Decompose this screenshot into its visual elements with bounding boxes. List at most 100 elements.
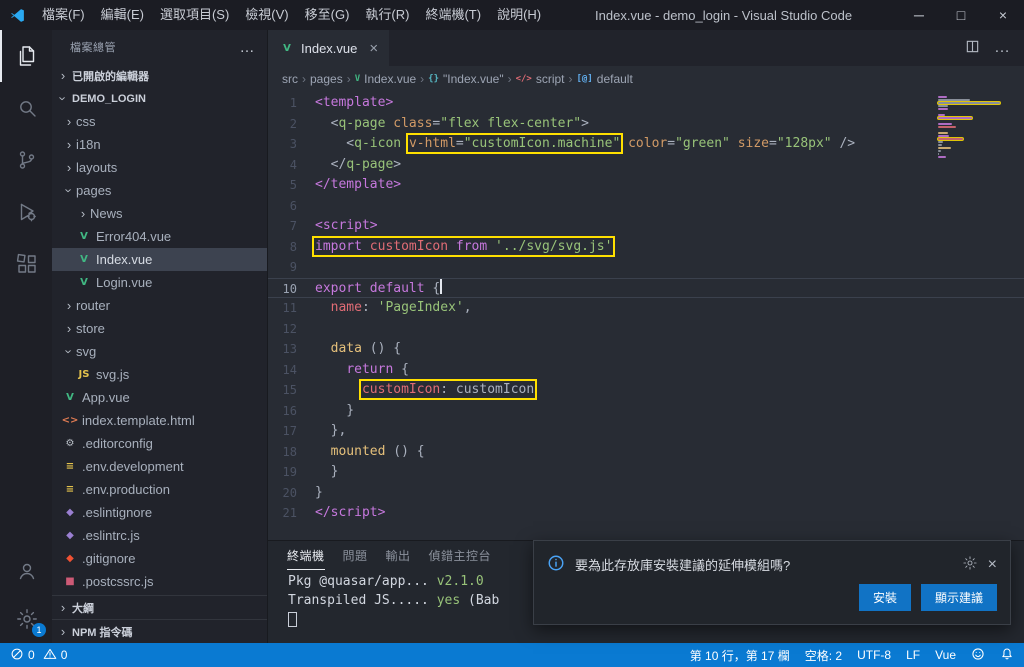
tree-item-login-vue[interactable]: V Login.vue [52,271,267,294]
code-line-12[interactable]: 12 [268,319,1024,340]
editor-more-icon[interactable]: … [994,39,1010,57]
status-problems-warnings[interactable]: 0 [43,647,67,664]
code-line-9[interactable]: 9 [268,257,1024,278]
menu-help[interactable]: 說明(H) [489,0,549,30]
breadcrumb-index-vue[interactable]: V Index.vue [355,72,416,86]
line-number: 9 [289,260,297,274]
explorer-icon[interactable] [0,30,52,82]
chevron-right-icon: › [66,298,72,313]
code-line-10[interactable]: 10 export default { [268,277,1024,298]
tree-item-env-production[interactable]: ≡ .env.production [52,478,267,501]
menu-selection[interactable]: 選取項目(S) [152,0,237,30]
code-line-20[interactable]: 20} [268,483,1024,504]
code-line-19[interactable]: 19 } [268,462,1024,483]
status-bar-left: 00 [10,647,67,664]
close-button[interactable]: × [982,0,1024,30]
npm-scripts-section[interactable]: › NPM 指令碼 [52,619,267,643]
maximize-button[interactable]: □ [940,0,982,30]
code-line-1[interactable]: 1 <template> [268,93,1024,114]
tree-item-news[interactable]: › News [52,202,267,225]
status-feedback[interactable] [971,647,985,664]
status-notifications[interactable] [1000,647,1014,664]
menu-go[interactable]: 移至(G) [297,0,358,30]
code-line-5[interactable]: 5 </template> [268,175,1024,196]
code-line-2[interactable]: 2 <q-page class="flex flex-center"> [268,114,1024,135]
breadcrumb-pages[interactable]: pages [310,72,343,86]
tree-item-error404-vue[interactable]: V Error404.vue [52,225,267,248]
code-line-15[interactable]: 15 customIcon: customIcon [268,379,1024,401]
close-tab-icon[interactable]: × [369,40,378,57]
tree-item-store[interactable]: › store [52,317,267,340]
tree-item-eslintrc-js[interactable]: ◆ .eslintrc.js [52,524,267,547]
panel-tab-terminal[interactable]: 終端機 [287,541,325,570]
eslint-file-icon: ◆ [66,530,74,541]
tree-item-i18n[interactable]: › i18n [52,133,267,156]
file-label: .eslintignore [82,505,153,520]
tree-item-layouts[interactable]: › layouts [52,156,267,179]
code-editor[interactable]: 1 <template> 2 <q-page class="flex flex-ce… [268,92,1024,540]
status-language-mode[interactable]: Vue [935,648,956,662]
code-line-18[interactable]: 18 mounted () { [268,442,1024,463]
code-line-14[interactable]: 14 return { [268,360,1024,381]
root-folder-section[interactable]: › DEMO_LOGIN [52,87,267,110]
breadcrumb-index-vue-root[interactable]: {} "Index.vue" [428,72,503,86]
code-line-13[interactable]: 13 data () { [268,339,1024,360]
tree-item-env-development[interactable]: ≡ .env.development [52,455,267,478]
tab-index-vue[interactable]: V Index.vue × [268,30,390,66]
tree-item-editorconfig[interactable]: ⚙ .editorconfig [52,432,267,455]
menu-view[interactable]: 檢視(V) [237,0,296,30]
panel-tab-debug-console[interactable]: 偵錯主控台 [429,541,492,570]
tree-item-css[interactable]: › css [52,110,267,133]
extensions-icon[interactable] [0,238,52,290]
minimap[interactable] [938,96,1010,159]
code-line-11[interactable]: 11 name: 'PageIndex', [268,298,1024,319]
breadcrumb-src[interactable]: src [282,72,298,86]
breadcrumb-script[interactable]: </> script [516,72,565,86]
tree-item-pages[interactable]: › pages [52,179,267,202]
tree-item-postcssrc-js[interactable]: ■ .postcssrc.js [52,570,267,593]
install-button[interactable]: 安裝 [858,584,911,611]
menu-file[interactable]: 檔案(F) [34,0,93,30]
status-indentation[interactable]: 空格: 2 [805,647,842,664]
status-eol[interactable]: LF [906,648,920,662]
split-editor-icon[interactable] [965,39,980,57]
account-icon[interactable] [0,547,52,595]
tree-item-index-template-html[interactable]: <> index.template.html [52,409,267,432]
menu-edit[interactable]: 編輯(E) [93,0,152,30]
open-editors-section[interactable]: › 已開啟的編輯器 [52,64,267,87]
code-line-6[interactable]: 6 [268,196,1024,217]
code-line-7[interactable]: 7 <script> [268,216,1024,237]
code-line-8[interactable]: 8 import customIcon from '../svg/svg.js' [268,235,1024,258]
run-debug-icon[interactable] [0,186,52,238]
settings-icon[interactable]: 1 [0,595,52,643]
more-actions-icon[interactable]: … [240,39,256,56]
tree-item-app-vue[interactable]: V App.vue [52,386,267,409]
source-control-icon[interactable] [0,134,52,186]
html-file-icon: <> [61,415,79,426]
panel-tab-output[interactable]: 輸出 [386,541,411,570]
status-encoding[interactable]: UTF-8 [857,648,891,662]
tree-item-svg[interactable]: › svg [52,340,267,363]
status-cursor-position[interactable]: 第 10 行，第 17 欄 [690,647,790,664]
tree-item-index-vue[interactable]: V Index.vue [52,248,267,271]
notification-settings-icon[interactable] [962,555,978,574]
code-line-3[interactable]: 3 <q-icon v-html="customIcon.machine" co… [268,133,1024,155]
tree-item-router[interactable]: › router [52,294,267,317]
show-recommendations-button[interactable]: 顯示建議 [920,584,997,611]
code-line-16[interactable]: 16 } [268,401,1024,422]
menu-run[interactable]: 執行(R) [357,0,417,30]
panel-tab-problems[interactable]: 問題 [343,541,368,570]
tree-item-svg-js[interactable]: JS svg.js [52,363,267,386]
outline-section[interactable]: › 大綱 [52,595,267,619]
menu-terminal[interactable]: 終端機(T) [417,0,489,30]
minimize-button[interactable]: ─ [898,0,940,30]
status-problems-errors[interactable]: 0 [10,647,35,664]
code-line-21[interactable]: 21 </script> [268,503,1024,524]
notification-close-icon[interactable]: × [988,556,997,573]
code-line-17[interactable]: 17 }, [268,421,1024,442]
tree-item-gitignore[interactable]: ◆ .gitignore [52,547,267,570]
code-line-4[interactable]: 4 </q-page> [268,155,1024,176]
search-icon[interactable] [0,82,52,134]
breadcrumb-default[interactable]: [@] default [577,72,633,86]
tree-item-eslintignore[interactable]: ◆ .eslintignore [52,501,267,524]
